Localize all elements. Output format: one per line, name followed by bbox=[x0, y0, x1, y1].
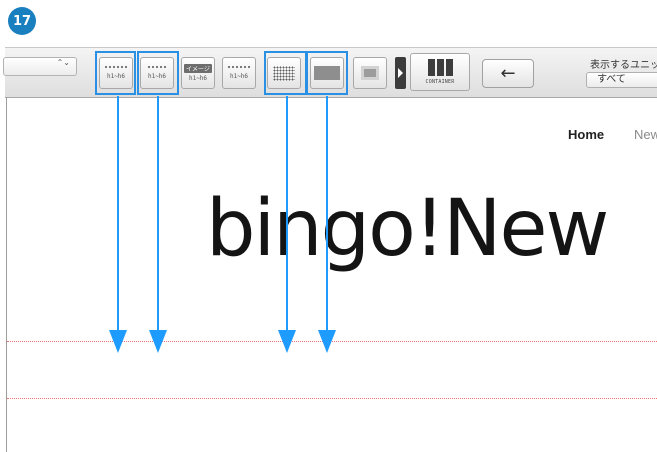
container-button[interactable]: CONTAINER bbox=[410, 53, 470, 91]
unit-type-select[interactable]: ⌃⌄ bbox=[3, 57, 77, 76]
site-headline: bingo!New bbox=[206, 184, 609, 274]
arrow-left-icon: ← bbox=[500, 63, 516, 84]
heading-list-unit-label: h1~h6 bbox=[229, 73, 249, 80]
guide-line bbox=[7, 341, 657, 342]
framed-block-icon bbox=[361, 66, 379, 80]
arrow-down-icon bbox=[149, 96, 167, 353]
guide-line bbox=[7, 398, 657, 399]
nav-link-home[interactable]: Home bbox=[568, 127, 604, 142]
step-number: 17 bbox=[12, 13, 32, 29]
image-unit-button[interactable]: イメージ h1~h6 bbox=[181, 57, 215, 89]
back-button[interactable]: ← bbox=[482, 59, 534, 88]
highlight-box bbox=[264, 51, 307, 95]
list-lines-icon bbox=[228, 66, 250, 70]
framed-block-unit-button[interactable] bbox=[353, 57, 387, 89]
select-arrows-icon: ⌃⌄ bbox=[56, 58, 70, 67]
play-icon[interactable] bbox=[395, 57, 406, 89]
highlight-box bbox=[95, 51, 136, 95]
nav-link-new[interactable]: New bbox=[634, 127, 657, 142]
highlight-box bbox=[306, 51, 348, 95]
container-label: CONTAINER bbox=[425, 79, 455, 85]
columns-icon bbox=[427, 59, 453, 76]
heading-list-unit-button[interactable]: h1~h6 bbox=[222, 57, 256, 89]
arrow-down-icon bbox=[109, 96, 127, 353]
highlight-box bbox=[137, 51, 179, 95]
unit-filter-label: 表示するユニット bbox=[590, 60, 657, 71]
step-badge: 17 bbox=[8, 7, 36, 35]
image-tag: イメージ bbox=[184, 64, 212, 73]
image-unit-label: h1~h6 bbox=[188, 75, 208, 82]
unit-filter-select[interactable]: すべて bbox=[586, 72, 657, 88]
